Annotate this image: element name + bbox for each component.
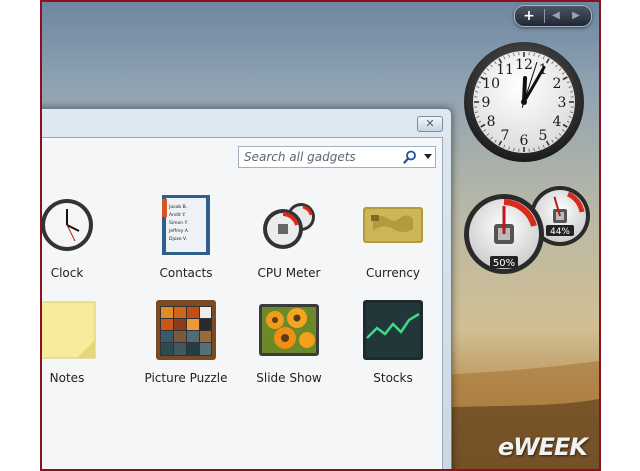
memory-percent-label: 44% (550, 227, 570, 237)
contact-name: Jacob B. (168, 204, 187, 210)
cpu-percent-label: 50% (493, 258, 515, 269)
contact-name: Simon Y. (169, 220, 188, 226)
contact-name: Jeffrey A. (168, 228, 189, 234)
cpu-meter-icon (263, 203, 315, 249)
clock-numeral: 11 (496, 62, 514, 78)
clock-numeral: 6 (520, 133, 529, 149)
gadget-gallery-window: ✕ Clock (42, 108, 452, 469)
add-gadget-button[interactable]: + (519, 6, 539, 26)
currency-icon (363, 207, 423, 243)
gadget-label: CPU Meter (257, 266, 321, 280)
clock-numeral: 12 (515, 57, 533, 73)
clock-numeral: 9 (482, 95, 491, 111)
picture-puzzle-icon (156, 300, 216, 360)
gadget-tile-cpu-meter[interactable]: CPU Meter (234, 195, 344, 295)
gadget-tile-slide-show[interactable]: Slide Show (234, 300, 344, 400)
gadget-label: Contacts (159, 266, 213, 280)
gallery-content: Clock Jacob B. Andit Y. Simon Y. Jeffrey… (42, 137, 443, 469)
contacts-icon: Jacob B. Andit Y. Simon Y. Jeffrey A. Dj… (162, 195, 210, 255)
gadget-tile-clock[interactable]: Clock (42, 195, 122, 295)
clock-icon (42, 199, 93, 251)
sidebar-toolbar: + ◀ ▶ (514, 5, 592, 27)
clock-numeral: 4 (552, 114, 561, 130)
search-box (238, 146, 436, 168)
gadget-tile-notes[interactable]: Notes (42, 300, 122, 400)
previous-page-button[interactable]: ◀ (547, 6, 565, 26)
clock-numeral: 7 (501, 128, 510, 144)
search-icon[interactable] (403, 150, 417, 164)
notes-icon (42, 301, 96, 359)
gadget-label: Notes (49, 371, 85, 385)
gadget-label: Picture Puzzle (144, 371, 228, 385)
clock-numeral: 5 (539, 128, 548, 144)
gadget-tile-currency[interactable]: Currency (338, 195, 448, 295)
desktop-cpu-meter-gadget[interactable]: 44% 50% (462, 182, 596, 276)
clock-numeral: 8 (487, 114, 496, 130)
clock-numeral: 3 (558, 95, 567, 111)
gadget-label: Currency (365, 266, 421, 280)
stocks-icon (363, 300, 423, 360)
clock-numeral: 10 (482, 76, 500, 92)
gadget-tile-contacts[interactable]: Jacob B. Andit Y. Simon Y. Jeffrey A. Dj… (131, 195, 241, 295)
desktop-frame: + ◀ ▶ 121234567891011 44% (40, 0, 601, 471)
search-options-chevron-down-icon[interactable] (424, 154, 432, 159)
close-button[interactable]: ✕ (417, 116, 443, 132)
desktop-clock-gadget[interactable]: 121234567891011 (462, 40, 586, 164)
next-page-button[interactable]: ▶ (567, 6, 585, 26)
gadget-tile-picture-puzzle[interactable]: Picture Puzzle (131, 300, 241, 400)
toolbar-divider (544, 9, 545, 23)
gadget-label: Clock (50, 266, 84, 280)
gadget-label: Slide Show (256, 371, 322, 385)
eweek-watermark: eWEEK (497, 433, 588, 461)
gadget-label: Stocks (373, 371, 413, 385)
contact-name: Andit Y. (169, 212, 186, 218)
slide-show-icon (259, 304, 319, 356)
search-input[interactable] (239, 147, 394, 167)
contact-name: Djoze V. (169, 236, 187, 242)
clock-numeral: 2 (552, 76, 561, 92)
gadget-tile-stocks[interactable]: Stocks (338, 300, 448, 400)
